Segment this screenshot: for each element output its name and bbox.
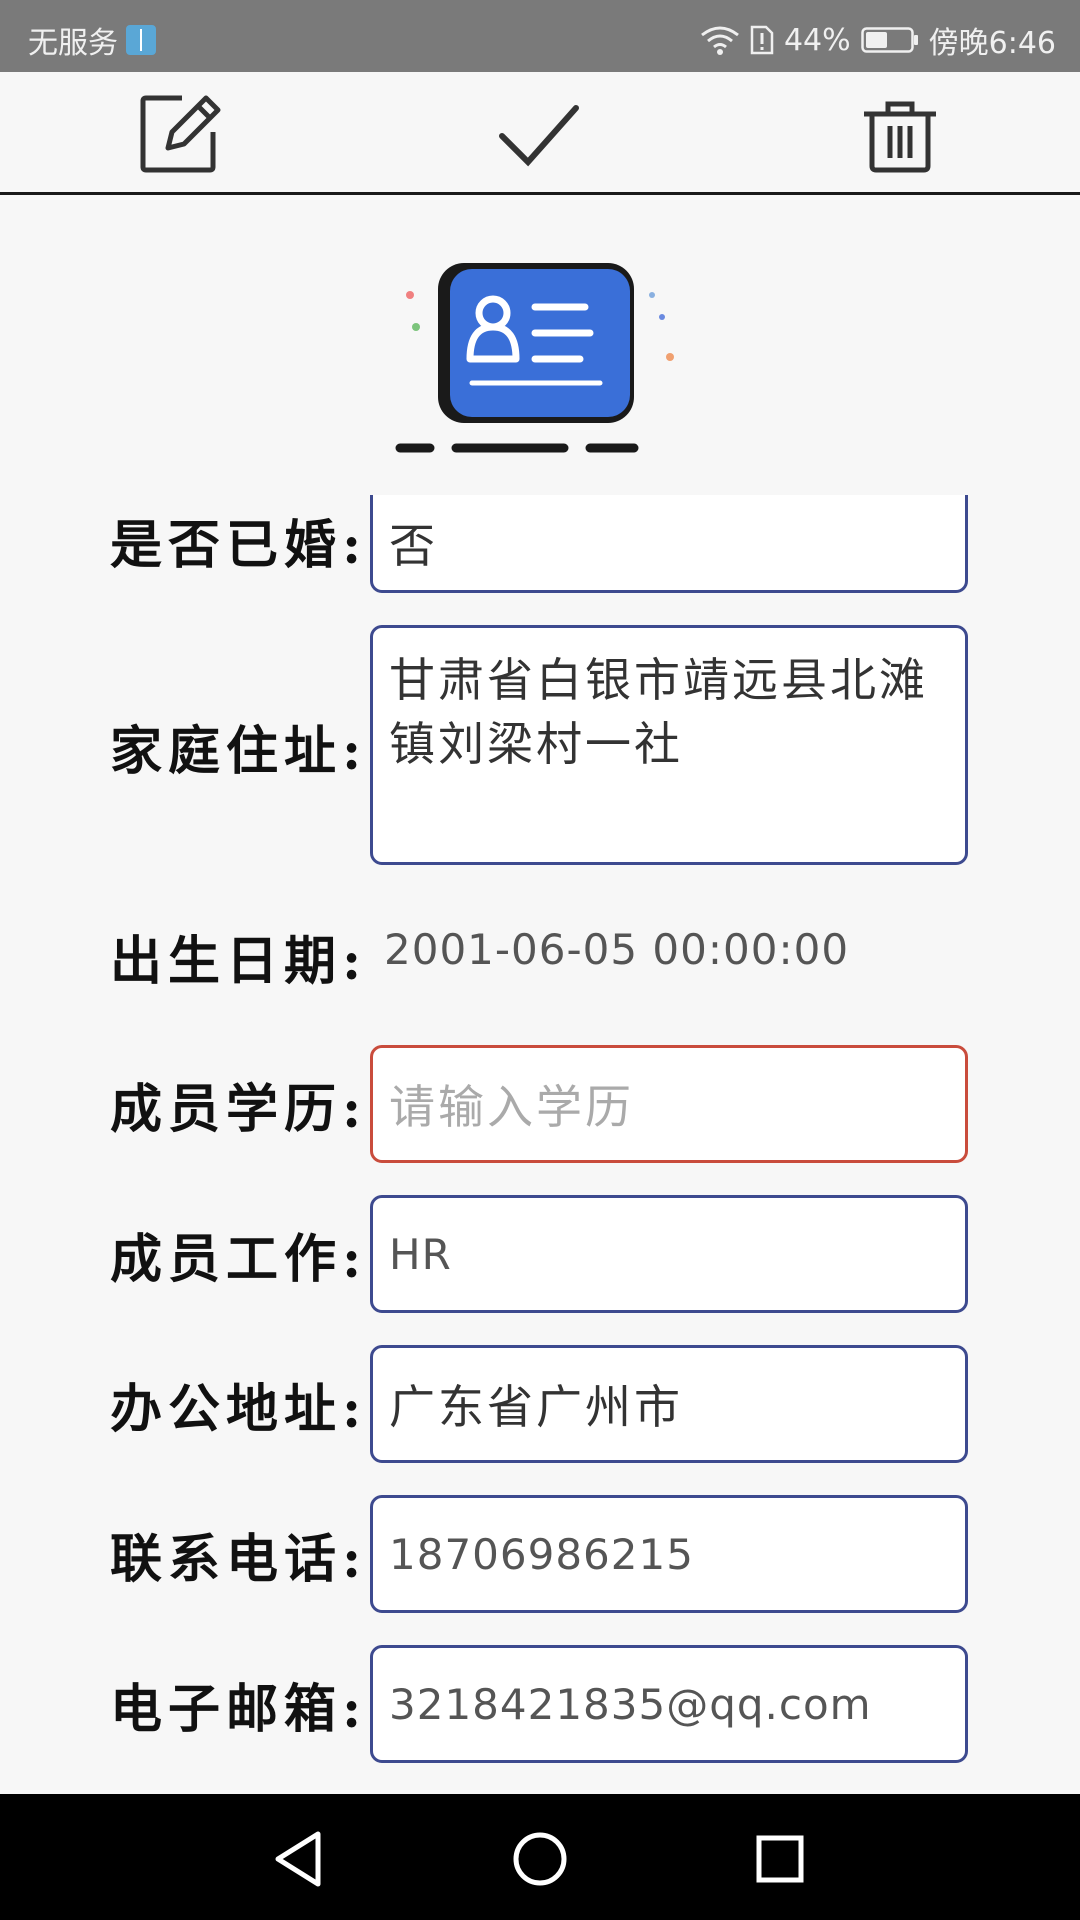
wifi-icon (701, 26, 739, 55)
sim-alert-icon (750, 25, 774, 55)
back-triangle-icon (275, 1831, 321, 1887)
back-button[interactable] (266, 1824, 336, 1894)
delete-button[interactable] (858, 92, 942, 176)
married-label: 是否已婚: (110, 515, 368, 576)
edit-button[interactable] (138, 92, 222, 176)
home-address-field[interactable]: 甘肃省白银市靖远县北滩镇刘梁村一社 (370, 625, 968, 865)
phone-field[interactable]: 18706986215 (370, 1495, 968, 1613)
home-address-label: 家庭住址: (110, 721, 368, 782)
edit-icon (140, 95, 221, 173)
married-value: 否 (389, 518, 438, 573)
email-label: 电子邮箱: (110, 1679, 368, 1740)
office-address-field[interactable]: 广东省广州市 (370, 1345, 968, 1463)
phone-value: 18706986215 (389, 1529, 694, 1579)
recents-button[interactable] (745, 1824, 815, 1894)
home-circle-icon (513, 1832, 567, 1886)
email-value: 3218421835@qq.com (389, 1679, 872, 1729)
status-bar: 无服务 44% 傍晚6:46 (0, 0, 1080, 72)
id-card-logo (395, 263, 674, 453)
email-field[interactable]: 3218421835@qq.com (370, 1645, 968, 1763)
book-icon (126, 25, 156, 55)
job-field[interactable]: HR (370, 1195, 968, 1313)
recents-square-icon (756, 1835, 804, 1883)
confirm-button[interactable] (496, 92, 580, 176)
status-right: 44% 傍晚6:46 (700, 18, 1056, 62)
carrier-text: 无服务 (28, 26, 118, 61)
phone-label: 联系电话: (110, 1529, 368, 1590)
education-label: 成员学历: (110, 1079, 368, 1140)
birth-date-value[interactable]: 2001-06-05 00:00:00 (384, 925, 849, 974)
office-address-label: 办公地址: (110, 1379, 368, 1440)
status-left: 无服务 (28, 18, 156, 62)
married-field[interactable]: 否 (370, 495, 968, 593)
education-placeholder: 请输入学历 (389, 1080, 634, 1134)
office-address-value: 广东省广州市 (389, 1380, 683, 1434)
education-field[interactable]: 请输入学历 (370, 1045, 968, 1163)
home-address-value: 甘肃省白银市靖远县北滩镇刘梁村一社 (389, 653, 928, 771)
job-value: HR (389, 1229, 452, 1279)
check-icon (499, 105, 579, 167)
toolbar (0, 72, 1080, 195)
job-label: 成员工作: (110, 1229, 368, 1290)
clock: 傍晚6:46 (928, 26, 1056, 61)
birth-date-label: 出生日期: (110, 931, 368, 992)
home-button[interactable] (505, 1824, 575, 1894)
battery-icon (860, 27, 918, 53)
battery-percent: 44% (783, 22, 851, 58)
navigation-bar (0, 1794, 1080, 1920)
trash-icon (864, 101, 936, 173)
